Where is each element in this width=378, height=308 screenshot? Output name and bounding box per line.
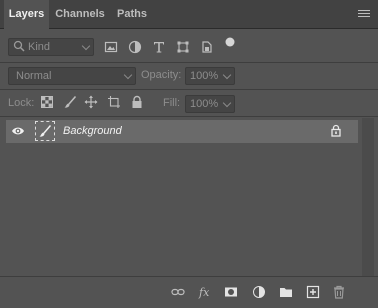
fill-field[interactable]: 100% [185,95,235,113]
shape-filter-icon[interactable] [176,40,190,54]
divider [0,116,378,117]
opacity-field[interactable]: 100% [185,67,235,85]
layer-list-scrollbar[interactable] [362,118,374,276]
panel-tab-bar: Layers Channels Paths [0,0,378,29]
adjustment-filter-icon[interactable] [128,40,142,54]
opacity-label: Opacity: [141,69,182,81]
eye-visibility-icon[interactable] [11,125,25,137]
blend-mode-value: Normal [16,70,52,82]
layer-row-background[interactable]: Background [6,120,358,143]
divider [0,89,378,90]
new-layer-icon[interactable] [306,285,320,299]
new-group-icon[interactable] [279,285,293,299]
fill-value: 100% [190,98,219,110]
lock-position-icon[interactable] [84,95,98,109]
divider [0,62,378,63]
delete-layer-icon[interactable] [332,285,346,299]
fill-label: Fill: [163,97,181,109]
layer-name: Background [63,125,122,137]
brush-thumbnail-icon [39,125,52,137]
panel-menu-icon[interactable] [358,10,370,18]
chevron-down-icon [123,70,133,80]
opacity-value: 100% [190,70,219,82]
type-filter-icon[interactable] [152,40,166,54]
image-filter-icon[interactable] [104,40,118,54]
chevron-down-icon [81,41,91,51]
tab-channels[interactable]: Channels [52,0,108,28]
svg-text:fx: fx [198,286,210,299]
link-layers-icon[interactable] [171,285,185,299]
chevron-down-icon [222,70,232,80]
chevron-down-icon [222,98,232,108]
fx-icon[interactable]: fx [198,285,212,299]
tab-layers[interactable]: Layers [4,0,49,29]
lock-artboard-icon[interactable] [107,95,121,109]
panel-footer: fx [0,276,378,308]
layer-lock-icon[interactable] [330,124,342,137]
smart-object-filter-icon[interactable] [200,40,214,54]
filter-kind-dropdown[interactable]: Kind [8,38,94,56]
search-icon [13,40,25,52]
lock-all-icon[interactable] [130,95,144,109]
lock-transparent-pixels-icon[interactable] [40,95,54,109]
layer-thumbnail [35,121,55,141]
filter-kind-label: Kind [28,41,51,53]
layer-list: Background [6,120,358,272]
blend-mode-dropdown[interactable]: Normal [8,67,136,85]
filter-toggle-icon[interactable] [224,36,236,48]
adjustment-layer-icon[interactable] [252,285,266,299]
lock-label: Lock: [8,97,35,109]
add-mask-icon[interactable] [224,285,238,299]
tab-paths[interactable]: Paths [112,0,152,28]
lock-image-pixels-icon[interactable] [63,95,77,109]
layers-panel: Layers Channels Paths Kind Normal Opacit… [0,0,378,308]
